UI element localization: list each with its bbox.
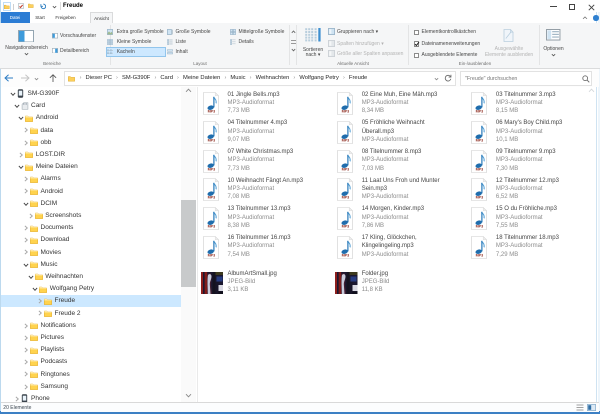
svg-text:MP3: MP3 xyxy=(476,138,484,142)
svg-text:MP3: MP3 xyxy=(342,138,350,142)
svg-text:MP3: MP3 xyxy=(476,196,484,200)
svg-text:MP3: MP3 xyxy=(208,196,216,200)
svg-text:MP3: MP3 xyxy=(208,253,216,257)
svg-text:MP3: MP3 xyxy=(342,196,350,200)
svg-text:MP3: MP3 xyxy=(342,110,350,114)
svg-text:MP3: MP3 xyxy=(342,253,350,257)
svg-text:MP3: MP3 xyxy=(208,167,216,171)
svg-text:MP3: MP3 xyxy=(208,224,216,228)
svg-text:MP3: MP3 xyxy=(342,167,350,171)
svg-text:MP3: MP3 xyxy=(342,224,350,228)
svg-text:MP3: MP3 xyxy=(476,167,484,171)
svg-text:MP3: MP3 xyxy=(208,138,216,142)
svg-text:MP3: MP3 xyxy=(476,224,484,228)
svg-text:MP3: MP3 xyxy=(476,253,484,257)
svg-text:MP3: MP3 xyxy=(208,110,216,114)
svg-text:MP3: MP3 xyxy=(476,110,484,114)
